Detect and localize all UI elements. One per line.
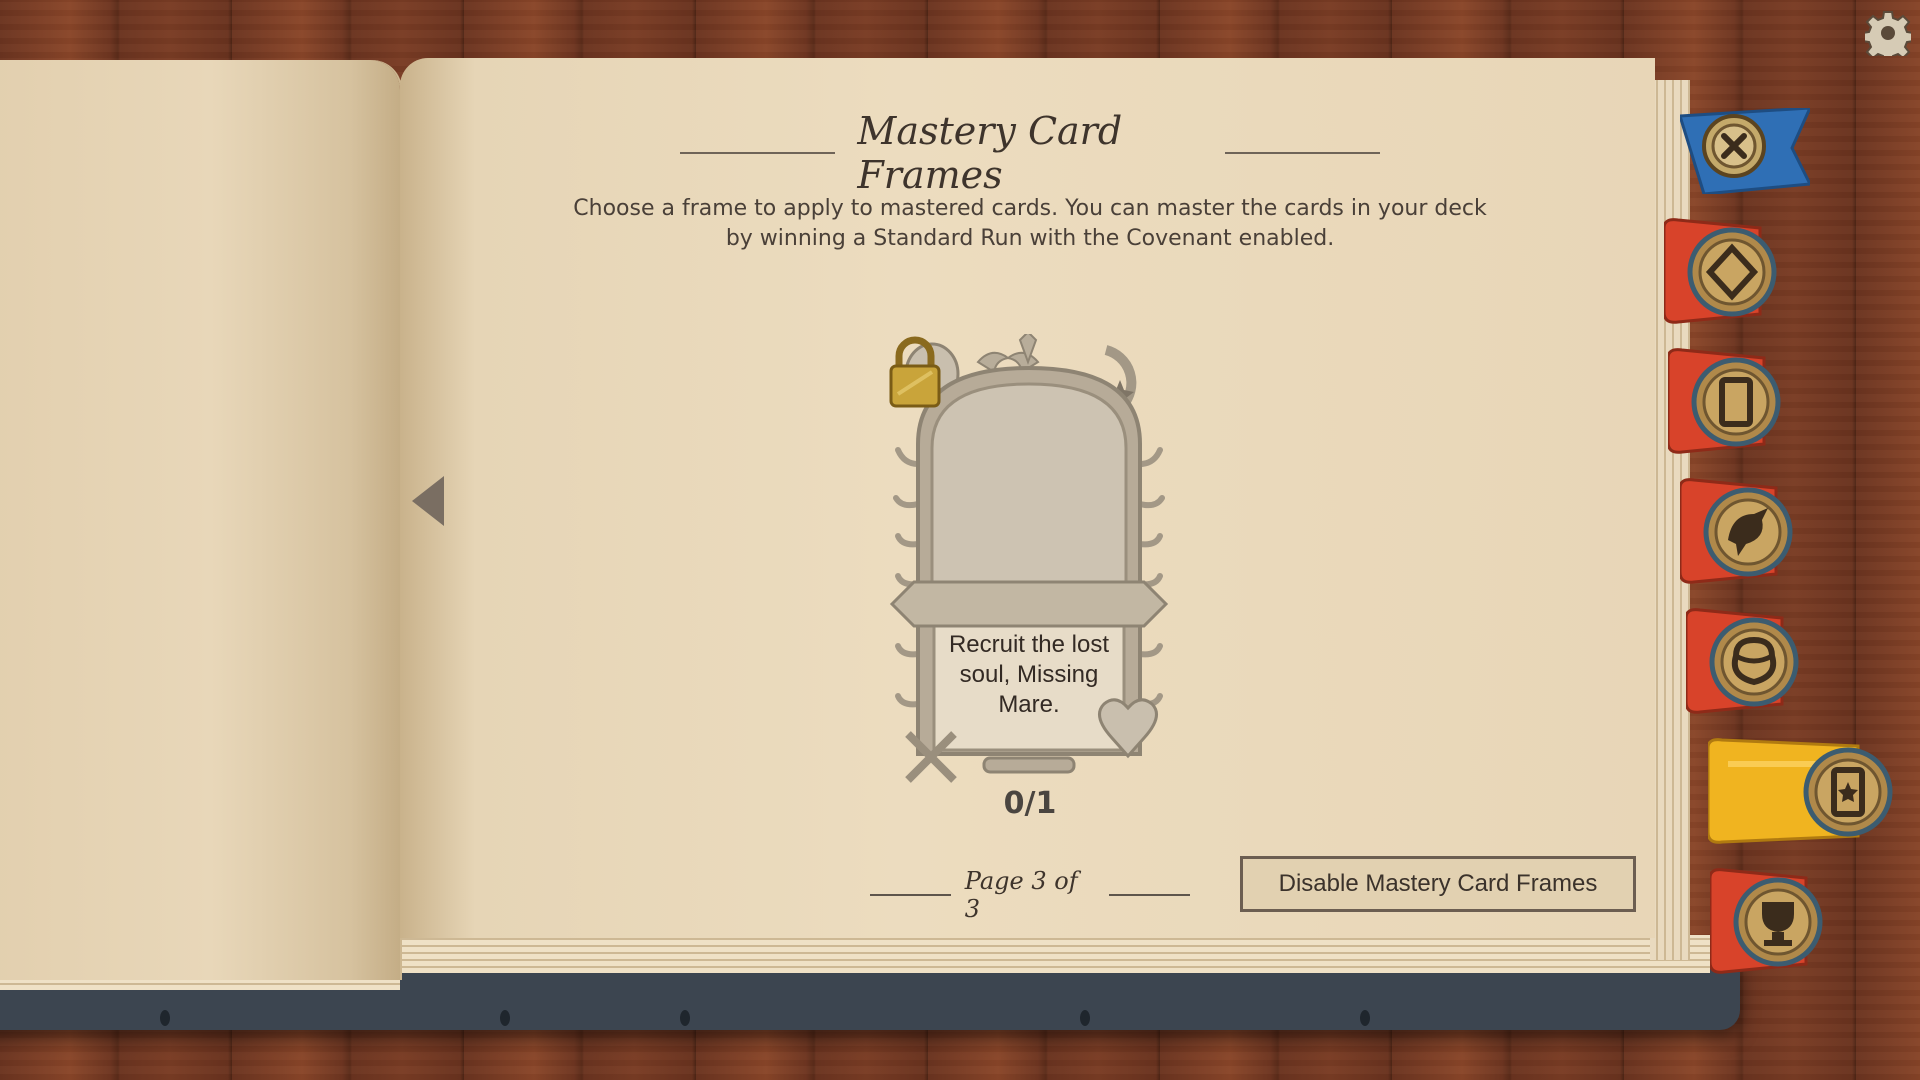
close-icon[interactable] — [1680, 108, 1810, 194]
tab-units[interactable] — [1680, 474, 1808, 586]
frame-requirement-text: Recruit the lost soul, Missing Mare. — [948, 631, 1110, 718]
left-page — [0, 60, 400, 980]
page-indicator: Page 3 of 3 — [964, 867, 1078, 923]
previous-page-arrow-icon[interactable] — [412, 476, 444, 526]
mastery-frame-card[interactable]: Recruit the lost soul, Missing Mare. — [888, 334, 1170, 794]
page-description: Choose a frame to apply to mastered card… — [573, 196, 1487, 251]
pagination-divider-right — [1109, 894, 1190, 896]
title-divider-left — [680, 152, 836, 154]
tab-mastery-frames[interactable] — [1708, 734, 1898, 846]
title-divider-right — [1224, 152, 1380, 154]
pagination-divider-left — [870, 894, 951, 896]
page-title: Mastery Card Frames — [857, 109, 1123, 197]
disable-mastery-frames-button[interactable]: Disable Mastery Card Frames — [1240, 856, 1636, 912]
title-row: Mastery Card Frames — [680, 109, 1380, 197]
page-edges-bottom — [380, 935, 1710, 973]
tab-achievements[interactable] — [1710, 864, 1838, 976]
tab-artifacts[interactable] — [1686, 604, 1814, 716]
tab-cards[interactable] — [1668, 344, 1796, 456]
frame-progress: 0/1 — [1003, 786, 1057, 821]
tab-diamond[interactable] — [1664, 214, 1792, 326]
gear-icon[interactable] — [1865, 10, 1911, 56]
pagination: Page 3 of 3 — [870, 867, 1190, 923]
lock-icon — [889, 336, 941, 408]
